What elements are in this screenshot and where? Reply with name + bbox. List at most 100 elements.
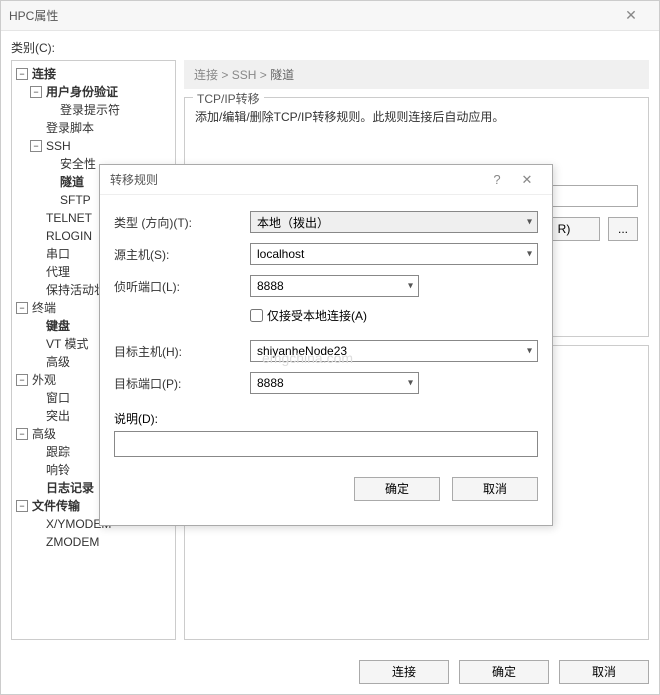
category-label: 类别(C): (1, 31, 659, 60)
tree-toggle-icon[interactable]: − (30, 140, 42, 152)
tree-label[interactable]: 外观 (32, 371, 56, 389)
tree-leaf-spacer (30, 212, 42, 224)
dest-port-label: 目标端口(P): (114, 375, 244, 392)
dialog-titlebar: 转移规则 ? ✕ (100, 165, 552, 195)
tree-label[interactable]: 登录脚本 (46, 119, 94, 137)
tree-node[interactable]: ZMODEM (30, 533, 173, 551)
tree-label[interactable]: SFTP (60, 191, 91, 209)
tree-toggle-icon[interactable]: − (16, 500, 28, 512)
description-input[interactable] (114, 431, 538, 457)
tree-toggle-icon[interactable]: − (30, 86, 42, 98)
tree-leaf-spacer (44, 194, 56, 206)
tree-label[interactable]: ZMODEM (46, 533, 99, 551)
tree-label[interactable]: 代理 (46, 263, 70, 281)
type-label: 类型 (方向)(T): (114, 214, 244, 231)
tree-label[interactable]: 跟踪 (46, 443, 70, 461)
tree-leaf-spacer (30, 392, 42, 404)
tree-label[interactable]: 登录提示符 (60, 101, 120, 119)
breadcrumb-item: SSH (232, 68, 257, 82)
dest-host-row: 目标主机(H): ▾ (114, 340, 538, 362)
dest-port-row: 目标端口(P): ▾ (114, 372, 538, 394)
transfer-rule-dialog: 转移规则 ? ✕ 类型 (方向)(T): ▾ 源主机(S): ▾ 侦听端口(L)… (99, 164, 553, 526)
dest-host-label: 目标主机(H): (114, 343, 244, 360)
main-titlebar: HPC属性 ✕ (1, 1, 659, 31)
groupbox-title: TCP/IP转移 (193, 90, 264, 107)
local-only-checkbox[interactable] (250, 309, 263, 322)
tree-label[interactable]: SSH (46, 137, 71, 155)
tree-toggle-icon[interactable]: − (16, 68, 28, 80)
tree-leaf-spacer (30, 248, 42, 260)
dest-port-input[interactable] (250, 372, 419, 394)
tree-leaf-spacer (30, 536, 42, 548)
tree-leaf-spacer (30, 356, 42, 368)
tree-label[interactable]: 日志记录 (46, 479, 94, 497)
tree-toggle-icon[interactable]: − (16, 428, 28, 440)
tree-label[interactable]: 高级 (32, 425, 56, 443)
tree-leaf-spacer (44, 158, 56, 170)
connect-button[interactable]: 连接 (359, 660, 449, 684)
tree-label[interactable]: 响铃 (46, 461, 70, 479)
tree-label[interactable]: 连接 (32, 65, 56, 83)
tree-node[interactable]: −连接 (16, 65, 173, 83)
tree-toggle-icon[interactable]: − (16, 374, 28, 386)
tree-label[interactable]: 串口 (46, 245, 70, 263)
tree-label[interactable]: 键盘 (46, 317, 70, 335)
tree-label[interactable]: 隧道 (60, 173, 84, 191)
main-cancel-button[interactable]: 取消 (559, 660, 649, 684)
tree-label[interactable]: 用户身份验证 (46, 83, 118, 101)
tree-node[interactable]: −用户身份验证 (30, 83, 173, 101)
tree-leaf-spacer (30, 482, 42, 494)
local-only-row: 仅接受本地连接(A) (250, 307, 538, 324)
listen-port-input[interactable] (250, 275, 419, 297)
group-description: 添加/编辑/删除TCP/IP转移规则。此规则连接后自动应用。 (195, 108, 638, 125)
tree-label[interactable]: 突出 (46, 407, 70, 425)
tree-leaf-spacer (30, 446, 42, 458)
tree-leaf-spacer (30, 230, 42, 242)
tree-leaf-spacer (30, 518, 42, 530)
tree-node[interactable]: 登录提示符 (44, 101, 173, 119)
breadcrumb-sep: > (221, 68, 231, 82)
tree-label[interactable]: VT 模式 (46, 335, 88, 353)
tree-label[interactable]: TELNET (46, 209, 92, 227)
tree-label[interactable]: RLOGIN (46, 227, 92, 245)
main-title: HPC属性 (9, 7, 611, 24)
tree-leaf-spacer (30, 338, 42, 350)
dialog-body: 类型 (方向)(T): ▾ 源主机(S): ▾ 侦听端口(L): ▾ 仅接受本地… (100, 195, 552, 525)
dialog-ok-button[interactable]: 确定 (354, 477, 440, 501)
tree-label[interactable]: 窗口 (46, 389, 70, 407)
main-close-icon[interactable]: ✕ (611, 7, 651, 24)
main-ok-button[interactable]: 确定 (459, 660, 549, 684)
breadcrumb-item-current: 隧道 (270, 68, 294, 82)
tree-leaf-spacer (30, 410, 42, 422)
more-button[interactable]: ... (608, 217, 638, 241)
tree-node[interactable]: −SSH (30, 137, 173, 155)
breadcrumb-sep: > (260, 68, 270, 82)
dialog-close-icon[interactable]: ✕ (512, 172, 542, 188)
tree-label[interactable]: 安全性 (60, 155, 96, 173)
description-section: 说明(D): (114, 410, 538, 457)
source-host-label: 源主机(S): (114, 246, 244, 263)
type-row: 类型 (方向)(T): ▾ (114, 211, 538, 233)
listen-port-row: 侦听端口(L): ▾ (114, 275, 538, 297)
tree-leaf-spacer (44, 104, 56, 116)
listen-port-label: 侦听端口(L): (114, 278, 244, 295)
tree-node[interactable]: 登录脚本 (30, 119, 173, 137)
source-host-row: 源主机(S): ▾ (114, 243, 538, 265)
tree-leaf-spacer (30, 464, 42, 476)
type-select[interactable] (250, 211, 538, 233)
dest-host-input[interactable] (250, 340, 538, 362)
tree-leaf-spacer (30, 284, 42, 296)
breadcrumb-item: 连接 (194, 68, 218, 82)
tree-label[interactable]: 高级 (46, 353, 70, 371)
tree-label[interactable]: 文件传输 (32, 497, 80, 515)
tree-leaf-spacer (30, 320, 42, 332)
dialog-cancel-button[interactable]: 取消 (452, 477, 538, 501)
tree-toggle-icon[interactable]: − (16, 302, 28, 314)
tree-leaf-spacer (44, 176, 56, 188)
dialog-help-icon[interactable]: ? (482, 172, 512, 187)
tree-leaf-spacer (30, 122, 42, 134)
tree-label[interactable]: 终端 (32, 299, 56, 317)
dialog-title: 转移规则 (110, 171, 482, 188)
source-host-input[interactable] (250, 243, 538, 265)
local-only-label: 仅接受本地连接(A) (267, 307, 367, 324)
